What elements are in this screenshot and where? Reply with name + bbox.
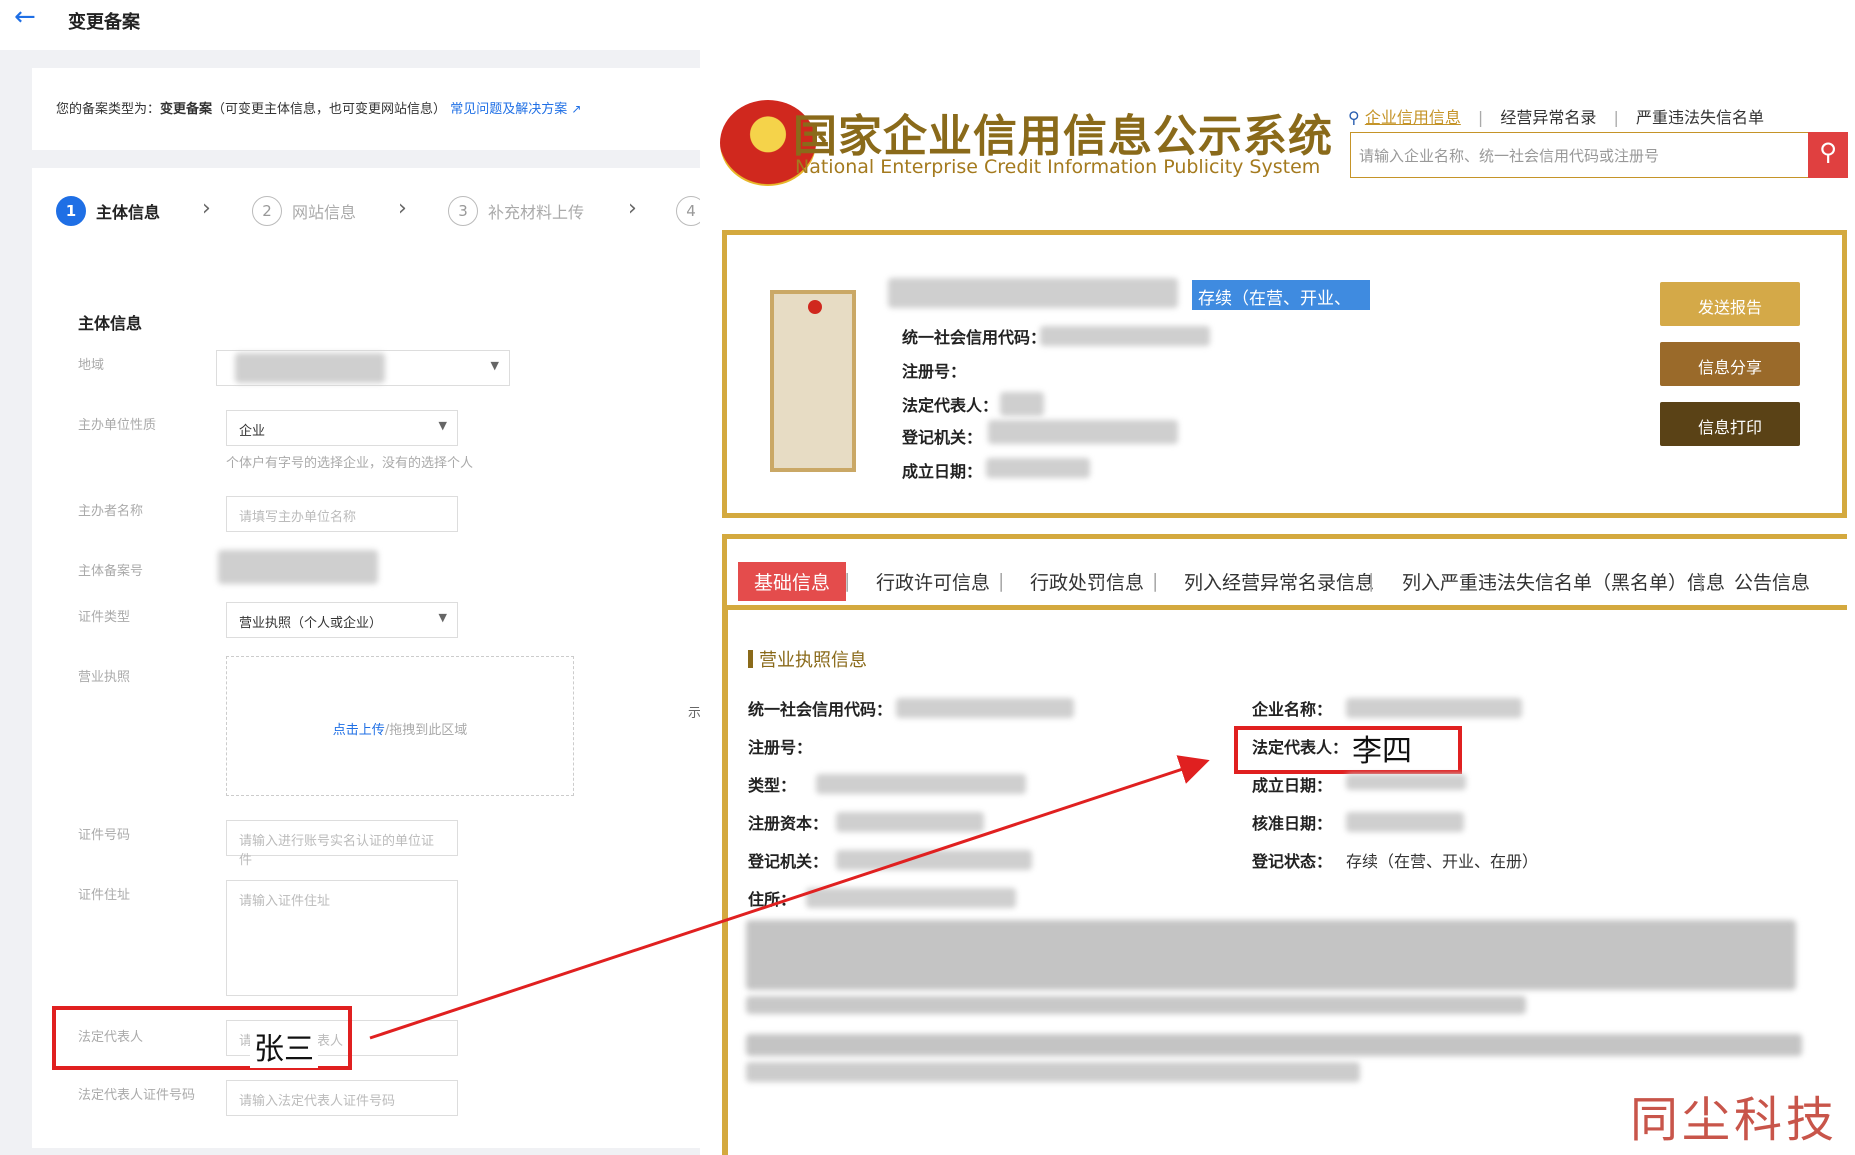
annotation-arrow [369, 755, 1210, 1040]
watermark: 同尘科技 [1630, 1092, 1839, 1148]
